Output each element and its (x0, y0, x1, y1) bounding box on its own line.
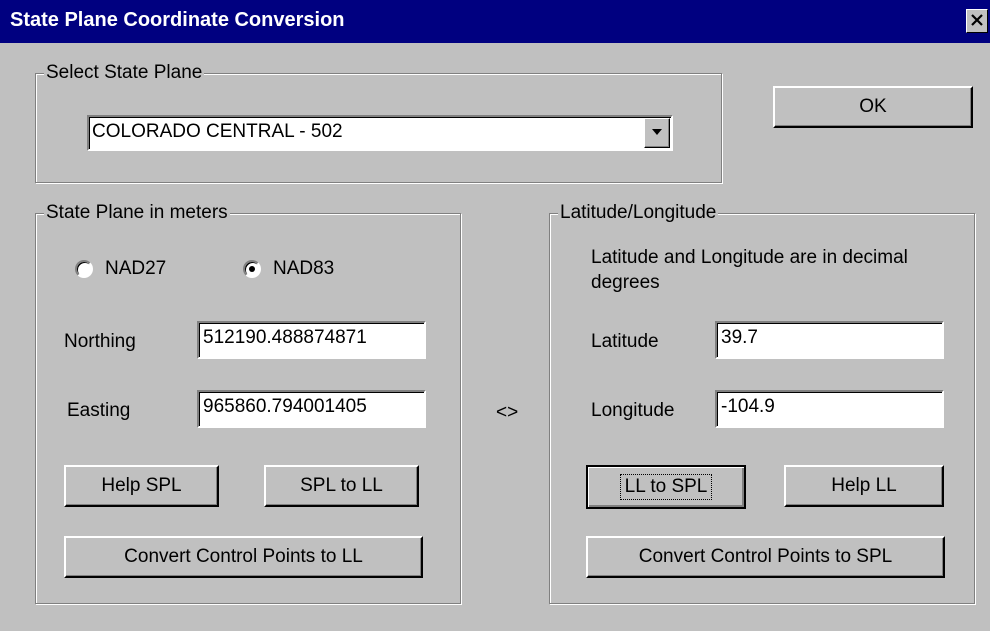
northing-label: Northing (64, 331, 136, 352)
ok-button[interactable]: OK (773, 86, 973, 128)
longitude-input[interactable]: -104.9 (715, 390, 944, 428)
close-icon (971, 14, 983, 26)
window-title: State Plane Coordinate Conversion (10, 9, 345, 31)
convert-control-points-to-spl-label: Convert Control Points to SPL (638, 546, 893, 567)
ll-to-spl-button[interactable]: LL to SPL (586, 465, 746, 509)
ll-to-spl-label: LL to SPL (619, 474, 713, 500)
state-plane-select[interactable]: COLORADO CENTRAL - 502 (87, 115, 673, 151)
help-spl-label: Help SPL (101, 475, 182, 496)
help-ll-label: Help LL (831, 475, 897, 496)
radio-nad83-label[interactable]: NAD83 (273, 258, 334, 280)
select-state-plane-label: Select State Plane (44, 62, 205, 84)
ok-button-label: OK (859, 96, 887, 117)
lat-long-group-label: Latitude/Longitude (558, 202, 719, 224)
easting-input[interactable]: 965860.794001405 (197, 390, 426, 428)
easting-label: Easting (67, 400, 131, 421)
dropdown-button[interactable] (644, 118, 670, 148)
chevron-down-icon (652, 129, 662, 135)
state-plane-group: State Plane in meters NAD27 NAD83 Northi… (35, 202, 461, 604)
convert-control-points-to-spl-button[interactable]: Convert Control Points to SPL (586, 536, 945, 578)
longitude-label: Longitude (591, 400, 675, 421)
title-bar: State Plane Coordinate Conversion (0, 0, 990, 43)
latitude-input[interactable]: 39.7 (715, 321, 944, 359)
help-ll-button[interactable]: Help LL (784, 465, 944, 507)
spl-to-ll-label: SPL to LL (300, 475, 383, 496)
convert-control-points-to-ll-button[interactable]: Convert Control Points to LL (64, 536, 423, 578)
radio-nad83[interactable] (243, 260, 261, 278)
state-plane-group-label: State Plane in meters (44, 202, 230, 224)
convert-control-points-to-ll-label: Convert Control Points to LL (124, 546, 363, 567)
close-button[interactable] (966, 9, 988, 33)
radio-selected-dot (249, 266, 255, 272)
help-spl-button[interactable]: Help SPL (64, 465, 219, 507)
northing-input[interactable]: 512190.488874871 (197, 321, 426, 359)
spl-to-ll-button[interactable]: SPL to LL (264, 465, 419, 507)
state-plane-selected-value: COLORADO CENTRAL - 502 (92, 121, 343, 142)
conversion-separator: <> (496, 402, 519, 423)
lat-long-group: Latitude/Longitude Latitude and Longitud… (549, 202, 975, 604)
decimal-degrees-note: Latitude and Longitude are in decimal de… (591, 247, 908, 293)
latitude-label: Latitude (591, 331, 659, 352)
select-state-plane-group: Select State Plane COLORADO CENTRAL - 50… (35, 62, 722, 183)
radio-nad27-label[interactable]: NAD27 (105, 258, 166, 280)
radio-nad27[interactable] (75, 260, 93, 278)
